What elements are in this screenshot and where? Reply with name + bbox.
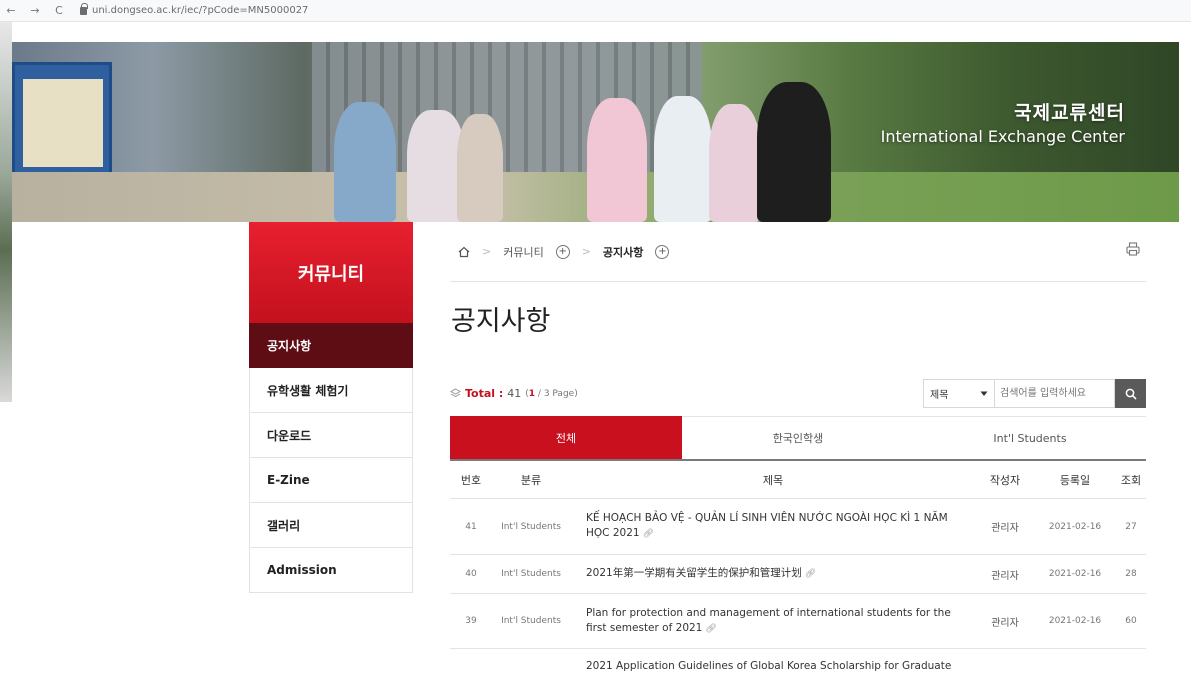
row-date: 2021-02-16	[1048, 569, 1102, 579]
attachment-link-icon: 🔗︎	[705, 623, 717, 634]
tab-korean-students[interactable]: 한국인학생	[682, 416, 914, 459]
print-icon[interactable]	[1126, 242, 1140, 256]
table-row[interactable]: 39 Int'l Students Plan for protection an…	[450, 594, 1146, 649]
row-title-text[interactable]: Plan for protection and management of in…	[586, 607, 951, 634]
tab-international-students[interactable]: Int'l Students	[914, 416, 1146, 459]
search-form: 제목	[923, 379, 1146, 408]
row-date: 2021-02-16	[1048, 521, 1102, 532]
row-category: Int'l Students	[501, 569, 561, 579]
row-title-text[interactable]: KẾ HOẠCH BẢO VỆ - QUẢN LÍ SINH VIÊN NƯỚC…	[586, 512, 948, 539]
address-bar[interactable]: uni.dongseo.ac.kr/iec/?pCode=MN5000027	[80, 2, 309, 16]
row-no: 40	[465, 569, 477, 579]
hero-person	[587, 98, 647, 222]
breadcrumb-level1[interactable]: 커뮤니티	[503, 244, 543, 260]
hero-person	[654, 96, 712, 222]
category-tabs: 전체 한국인학생 Int'l Students	[450, 416, 1146, 461]
row-no: 39	[465, 616, 477, 626]
hero-title: 국제교류센터 International Exchange Center	[881, 98, 1125, 146]
forward-icon[interactable]: →	[28, 4, 42, 17]
header-title: 제목	[762, 473, 784, 487]
sidebar-item-download[interactable]: 다운로드	[249, 413, 413, 458]
hero-person	[334, 102, 396, 222]
row-title[interactable]: Plan for protection and management of in…	[570, 606, 976, 637]
hero-title-en: International Exchange Center	[880, 127, 1125, 146]
row-title[interactable]: 2021年第一学期有关留学生的保护和管理计划 🔗︎	[570, 566, 976, 582]
search-button[interactable]	[1115, 379, 1146, 408]
header-writer: 작성자	[989, 473, 1021, 487]
breadcrumb-level2[interactable]: 공지사항	[603, 244, 643, 260]
hero-person	[457, 114, 503, 222]
list-toolbar: Total : 41 (1 / 3 Page) 제목	[450, 379, 1146, 409]
breadcrumb-expand-icon[interactable]: +	[655, 244, 670, 259]
header-no: 번호	[460, 473, 482, 487]
sidebar-item-gallery[interactable]: 갤러리	[249, 503, 413, 548]
row-category: Int'l Students	[501, 521, 561, 532]
sidebar-heading: 커뮤니티	[249, 222, 413, 323]
url-text: uni.dongseo.ac.kr/iec/?pCode=MN5000027	[92, 5, 309, 16]
hero-person	[757, 82, 831, 222]
table-row[interactable]: 2021 Application Guidelines of Global Ko…	[450, 649, 1146, 679]
attachment-link-icon: 🔗︎	[804, 569, 817, 579]
layers-icon	[450, 388, 461, 398]
sidebar-item-notice[interactable]: 공지사항	[249, 323, 413, 368]
search-field-value: 제목	[930, 390, 949, 401]
row-views: 28	[1125, 569, 1137, 579]
page-title: 공지사항	[451, 306, 551, 337]
sidebar: 커뮤니티 공지사항 유학생활 체험기 다운로드 E-Zine 갤러리 Admis…	[249, 222, 413, 593]
breadcrumb-separator: >	[482, 245, 492, 258]
table-header: 번호 분류 제목 작성자 등록일 조회	[450, 461, 1146, 499]
total-label: Total :	[465, 387, 504, 400]
row-title-text[interactable]: 2021年第一学期有关留学生的保护和管理计划	[586, 567, 802, 579]
hero-notice-board	[12, 62, 112, 182]
hero-banner: 국제교류센터 International Exchange Center	[12, 42, 1179, 222]
browser-nav: ← → C	[0, 4, 66, 17]
row-title[interactable]: 2021 Application Guidelines of Global Ko…	[570, 659, 976, 674]
tab-all[interactable]: 전체	[450, 416, 682, 459]
browser-toolbar: ← → C uni.dongseo.ac.kr/iec/?pCode=MN500…	[0, 0, 1191, 22]
sidebar-item-ezine[interactable]: E-Zine	[249, 458, 413, 503]
row-writer: 관리자	[991, 523, 1019, 534]
chevron-down-icon	[980, 391, 988, 396]
page-indicator: (1 / 3 Page)	[525, 389, 577, 399]
hero-title-ko: 국제교류센터	[1014, 102, 1125, 124]
total-count: Total : 41 (1 / 3 Page)	[450, 387, 578, 400]
header-category: 분류	[520, 473, 542, 487]
search-field-select[interactable]: 제목	[923, 379, 995, 408]
row-title[interactable]: KẾ HOẠCH BẢO VỆ - QUẢN LÍ SINH VIÊN NƯỚC…	[570, 511, 976, 542]
hero-person	[709, 104, 761, 222]
header-date: 등록일	[1059, 473, 1091, 487]
lock-icon	[80, 2, 88, 15]
home-icon[interactable]	[458, 246, 470, 258]
row-date: 2021-02-16	[1048, 616, 1102, 626]
back-icon[interactable]: ←	[4, 4, 18, 17]
breadcrumb-expand-icon[interactable]: +	[555, 244, 570, 259]
sidebar-item-study-experience[interactable]: 유학생활 체험기	[249, 368, 413, 413]
table-row[interactable]: 41 Int'l Students KẾ HOẠCH BẢO VỆ - QUẢN…	[450, 499, 1146, 555]
header-views: 조회	[1120, 473, 1142, 487]
search-icon	[1125, 388, 1137, 400]
total-value: 41	[507, 387, 522, 400]
breadcrumb-separator: >	[581, 245, 591, 258]
breadcrumb: > 커뮤니티 + > 공지사항 +	[450, 222, 1146, 282]
row-views: 27	[1125, 521, 1137, 532]
festival-poster	[23, 79, 103, 167]
row-views: 60	[1125, 616, 1137, 626]
attachment-link-icon: 🔗︎	[642, 529, 654, 539]
reload-icon[interactable]: C	[52, 4, 66, 17]
search-input[interactable]	[995, 379, 1115, 408]
row-no: 41	[465, 521, 477, 532]
sidebar-item-admission[interactable]: Admission	[249, 548, 413, 593]
row-writer: 관리자	[991, 617, 1019, 629]
row-writer: 관리자	[991, 570, 1019, 582]
page-suffix: / 3 Page)	[535, 388, 578, 399]
row-category: Int'l Students	[501, 616, 561, 626]
notice-table: 번호 분류 제목 작성자 등록일 조회 41 Int'l Students KẾ…	[450, 461, 1146, 679]
main-content: > 커뮤니티 + > 공지사항 + 공지사항 Total : 41 (1 / 3…	[450, 222, 1146, 672]
background-window-edge	[0, 22, 12, 402]
table-row[interactable]: 40 Int'l Students 2021年第一学期有关留学生的保护和管理计划…	[450, 555, 1146, 594]
